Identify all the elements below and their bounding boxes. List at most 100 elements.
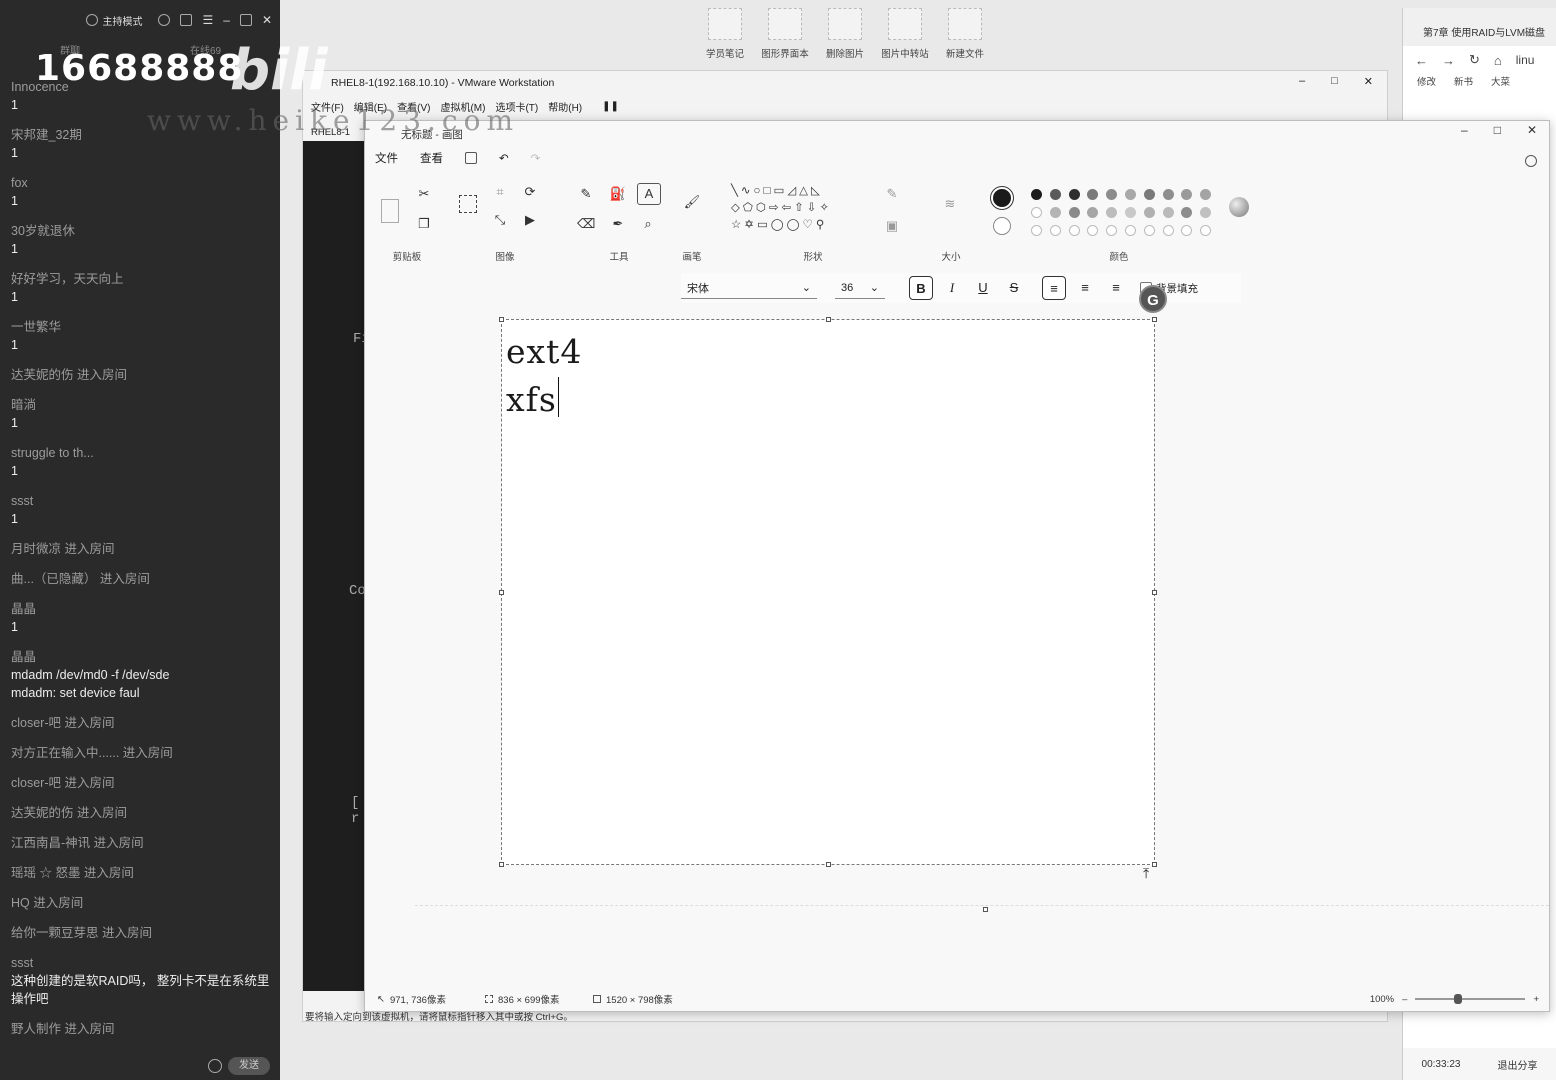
- palette-swatch[interactable]: [1068, 225, 1080, 236]
- chat-username[interactable]: struggle to th...: [11, 444, 270, 462]
- palette-swatch[interactable]: [1181, 189, 1193, 200]
- palette-swatch[interactable]: [1068, 207, 1080, 218]
- magnifier-icon[interactable]: ⌕: [639, 215, 657, 233]
- palette-swatch[interactable]: [1143, 189, 1155, 200]
- pause-icon[interactable]: ❚❚: [602, 101, 619, 112]
- palette-swatch[interactable]: [1087, 189, 1099, 200]
- palette-swatch[interactable]: [1200, 207, 1212, 218]
- resize-icon[interactable]: ⤡: [491, 211, 509, 229]
- align-left-button[interactable]: ≡: [1042, 276, 1066, 300]
- resize-handle[interactable]: [499, 590, 504, 595]
- resize-handle[interactable]: [826, 317, 831, 322]
- palette-swatch[interactable]: [1106, 225, 1118, 236]
- drawing-canvas[interactable]: ext4 xfs: [499, 317, 1157, 867]
- text-box[interactable]: ext4 xfs: [506, 328, 582, 424]
- font-family-select[interactable]: 宋体 ⌄: [681, 277, 817, 299]
- menu-item[interactable]: 帮助(H): [548, 99, 582, 114]
- bookmark-item[interactable]: 大菜: [1491, 74, 1510, 88]
- palette-swatch[interactable]: [1031, 207, 1042, 218]
- settings-icon[interactable]: [158, 14, 171, 26]
- zoom-out-icon[interactable]: –: [1402, 994, 1407, 1005]
- brush-icon[interactable]: 🖌: [683, 193, 701, 211]
- chat-username[interactable]: fox: [11, 174, 270, 192]
- bookmark-item[interactable]: 修改: [1417, 74, 1436, 88]
- palette-swatch[interactable]: [1162, 189, 1174, 200]
- chat-username[interactable]: 好好学习，天天向上: [11, 270, 270, 288]
- menu-file[interactable]: 文件: [375, 150, 398, 166]
- grammarly-icon[interactable]: G: [1139, 285, 1167, 313]
- back-icon[interactable]: ←: [1415, 53, 1428, 68]
- minimize-icon[interactable]: –: [223, 13, 230, 27]
- reload-icon[interactable]: ↻: [1469, 52, 1480, 68]
- cut-icon[interactable]: ✂: [415, 185, 433, 203]
- zoom-slider-knob[interactable]: [1453, 994, 1462, 1004]
- chat-username[interactable]: Innocence: [11, 78, 270, 96]
- palette-swatch[interactable]: [1049, 189, 1061, 200]
- canvas-resize-handle[interactable]: [983, 907, 988, 912]
- bookmark-item[interactable]: 新书: [1454, 74, 1473, 88]
- color2-swatch[interactable]: [993, 217, 1011, 235]
- maximize-icon[interactable]: □: [1331, 75, 1338, 88]
- eraser-icon[interactable]: ⌫: [577, 215, 595, 233]
- menu-icon[interactable]: ☰: [202, 13, 213, 27]
- palette-swatch[interactable]: [1125, 189, 1136, 200]
- shape-fill-icon[interactable]: ▣: [883, 217, 901, 235]
- underline-button[interactable]: U: [971, 276, 995, 300]
- palette-swatch[interactable]: [1181, 207, 1193, 218]
- palette-swatch[interactable]: [1031, 225, 1042, 236]
- palette-swatch[interactable]: [1181, 225, 1193, 236]
- chat-username[interactable]: 暗淌: [11, 396, 270, 414]
- address-bar[interactable]: linu: [1516, 53, 1535, 67]
- exit-share-button[interactable]: 退出分享: [1497, 1057, 1537, 1072]
- menu-item[interactable]: 编辑(E): [354, 99, 387, 114]
- color-picker-icon[interactable]: ✒: [609, 215, 627, 233]
- maximize-icon[interactable]: [239, 14, 252, 26]
- zoom-slider[interactable]: [1415, 994, 1526, 1004]
- align-center-button[interactable]: ≡: [1073, 276, 1097, 300]
- copy-icon[interactable]: ❐: [415, 215, 433, 233]
- palette-swatch[interactable]: [1200, 225, 1212, 236]
- emoji-icon[interactable]: [208, 1059, 222, 1073]
- palette-swatch[interactable]: [1162, 225, 1174, 236]
- align-right-button[interactable]: ≡: [1104, 276, 1128, 300]
- tab-group-chat[interactable]: 群聊: [60, 42, 80, 57]
- palette-swatch[interactable]: [1087, 207, 1099, 218]
- chat-username[interactable]: 晶晶: [11, 648, 270, 666]
- menu-item[interactable]: 文件(F): [311, 99, 344, 114]
- settings-icon[interactable]: [1525, 155, 1537, 167]
- palette-swatch[interactable]: [1106, 189, 1118, 200]
- palette-swatch[interactable]: [1049, 207, 1061, 218]
- resize-handle[interactable]: [826, 862, 831, 867]
- palette-swatch[interactable]: [1143, 225, 1155, 236]
- desktop-icon[interactable]: 删除图片: [820, 8, 870, 60]
- italic-button[interactable]: I: [940, 276, 964, 300]
- resize-handle[interactable]: [1152, 862, 1157, 867]
- palette-swatch[interactable]: [1049, 225, 1061, 236]
- resize-handle[interactable]: [499, 862, 504, 867]
- undo-icon[interactable]: ↶: [499, 151, 509, 165]
- crop-icon[interactable]: ⌗: [491, 183, 509, 201]
- chat-username[interactable]: ssst: [11, 492, 270, 510]
- desktop-icon[interactable]: 图片中转站: [880, 8, 930, 60]
- palette-swatch[interactable]: [1087, 225, 1099, 236]
- palette-swatch[interactable]: [1162, 207, 1174, 218]
- outline-icon[interactable]: ✎: [883, 185, 901, 203]
- palette-swatch[interactable]: [1200, 189, 1212, 200]
- resize-handle[interactable]: [499, 317, 504, 322]
- fill-icon[interactable]: ⛽: [609, 185, 627, 203]
- chat-username[interactable]: 一世繁华: [11, 318, 270, 336]
- palette-swatch[interactable]: [1106, 207, 1118, 218]
- edit-colors-icon[interactable]: [1229, 197, 1249, 217]
- minimize-icon[interactable]: –: [1461, 123, 1468, 137]
- flip-icon[interactable]: ▶: [521, 211, 539, 229]
- palette-swatch[interactable]: [1143, 207, 1155, 218]
- color1-swatch[interactable]: [990, 186, 1014, 210]
- desktop-icon[interactable]: 学员笔记: [700, 8, 750, 60]
- minimize-icon[interactable]: –: [1299, 75, 1305, 88]
- select-icon[interactable]: [459, 195, 477, 213]
- strikethrough-button[interactable]: S: [1002, 276, 1026, 300]
- pencil-icon[interactable]: ✎: [577, 185, 595, 203]
- menu-item[interactable]: 选项卡(T): [495, 99, 538, 114]
- vm-tab[interactable]: RHEL8-1: [311, 127, 350, 138]
- chat-username[interactable]: 宋邦建_32期: [11, 126, 270, 144]
